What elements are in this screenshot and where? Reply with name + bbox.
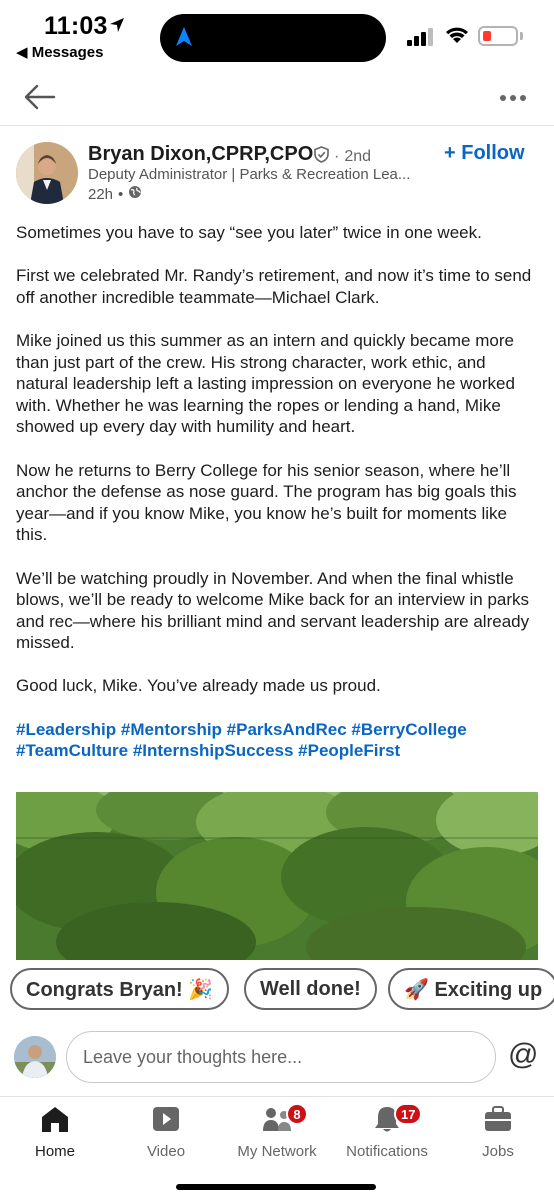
quick-reply-congrats[interactable]: Congrats Bryan! 🎉 [10,968,230,1010]
back-arrow-icon[interactable] [24,84,56,115]
navigation-arrow-icon [174,26,194,53]
video-icon [152,1106,180,1136]
verified-shield-icon [314,146,329,168]
tab-label: Video [146,1143,186,1160]
tab-jobs[interactable]: Jobs [443,1103,553,1160]
location-arrow-icon [108,16,126,39]
follow-button[interactable]: + Follow [444,142,525,165]
battery-level [483,31,491,41]
quick-reply-exciting[interactable]: 🚀 Exciting up [388,968,554,1010]
post-timestamp: 22h • [88,185,142,203]
dynamic-island [160,14,386,62]
post-body: Sometimes you have to say “see you later… [16,222,542,783]
tab-label: Notifications [346,1143,428,1160]
mention-at-icon[interactable]: @ [508,1038,538,1072]
tab-label: Home [34,1143,75,1160]
comment-input[interactable]: Leave your thoughts here... [66,1031,496,1083]
clock: 11:03 [44,12,108,40]
author-headline: Deputy Administrator | Parks & Recreatio… [88,166,411,183]
notifications-badge: 17 [394,1103,423,1125]
cellular-signal-icon [407,28,435,51]
tab-home[interactable]: Home [0,1103,110,1160]
top-nav-bar [0,70,554,126]
current-user-avatar [14,1036,56,1078]
tab-video[interactable]: Video [111,1103,221,1160]
tab-my-network[interactable]: 8 My Network [222,1103,332,1160]
post-paragraph: Now he returns to Berry College for his … [16,460,517,545]
post-paragraph: We’ll be watching proudly in November. A… [16,568,530,653]
briefcase-icon [484,1106,512,1136]
author-meta: · 2nd [314,146,371,168]
tab-label: Jobs [482,1143,514,1160]
post-paragraph: Sometimes you have to say “see you later… [16,223,482,242]
post-paragraph: Mike joined us this summer as an intern … [16,330,515,437]
quick-reply-well-done[interactable]: Well done! [244,968,377,1010]
connection-degree: 2nd [344,148,372,165]
post-paragraph: Good luck, Mike. You’ve already made us … [16,676,381,696]
author-avatar[interactable] [16,142,78,204]
tab-notifications[interactable]: 17 Notifications [332,1103,442,1160]
status-bar: 11:03 ◀ Messages [0,0,554,70]
wifi-icon [444,24,470,49]
post-image[interactable] [16,792,538,960]
tab-label: My Network [237,1143,317,1160]
quick-reply-row: Congrats Bryan! 🎉 Well done! 🚀 Exciting … [0,962,554,1018]
post-hashtags[interactable]: #Leadership #Mentorship #ParksAndRec #Be… [16,719,542,762]
author-name[interactable]: Bryan Dixon,CPRP,CPO [88,143,313,166]
home-icon [40,1105,70,1137]
battery-icon [478,26,518,46]
back-to-messages-link[interactable]: ◀ Messages [16,43,103,61]
home-indicator [176,1184,376,1190]
network-badge: 8 [286,1103,308,1125]
globe-icon [128,185,142,203]
more-options-icon[interactable] [498,90,528,108]
post-paragraph: First we celebrated Mr. Randy’s retireme… [16,266,532,307]
